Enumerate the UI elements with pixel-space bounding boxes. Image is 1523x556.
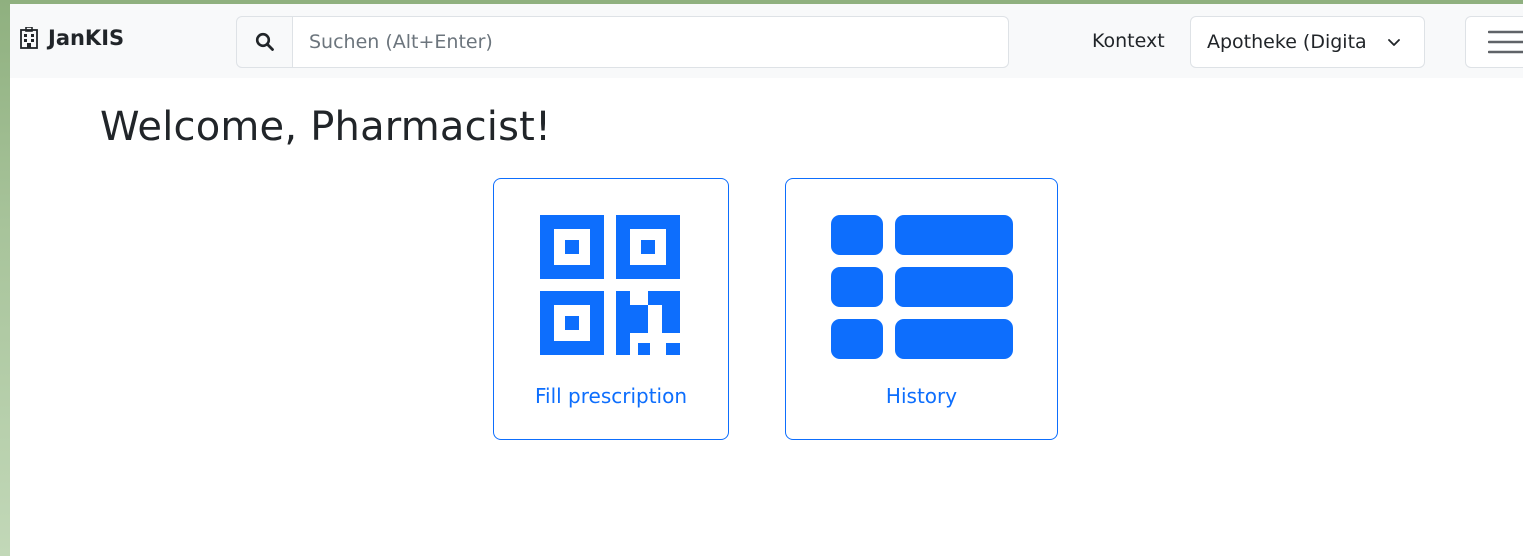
fill-prescription-label: Fill prescription <box>534 384 688 408</box>
hospital-icon <box>20 27 38 49</box>
list-icon <box>831 215 1013 359</box>
search-button[interactable] <box>236 16 293 68</box>
history-label: History <box>885 384 958 408</box>
context-selected-value: Apotheke (Digita <box>1207 31 1367 53</box>
search-icon <box>255 32 274 51</box>
navbar: JanKIS Kontext Apotheke (Digita <box>10 0 1523 78</box>
history-tile[interactable]: History <box>785 178 1058 440</box>
chevron-down-icon <box>1388 39 1400 46</box>
brand-link[interactable]: JanKIS <box>20 26 124 50</box>
context-select[interactable]: Apotheke (Digita <box>1190 16 1425 68</box>
page: JanKIS Kontext Apotheke (Digita <box>10 0 1523 556</box>
search-bar <box>236 16 1009 68</box>
page-title: Welcome, Pharmacist! <box>100 104 552 150</box>
search-input[interactable] <box>293 16 1009 68</box>
brand-title: JanKIS <box>48 26 125 50</box>
menu-toggle-button[interactable] <box>1465 16 1523 68</box>
hamburger-menu-icon <box>1488 30 1523 54</box>
fill-prescription-tile[interactable]: Fill prescription <box>493 178 729 440</box>
qr-code-icon <box>540 215 680 355</box>
context-label: Kontext <box>1092 30 1165 52</box>
